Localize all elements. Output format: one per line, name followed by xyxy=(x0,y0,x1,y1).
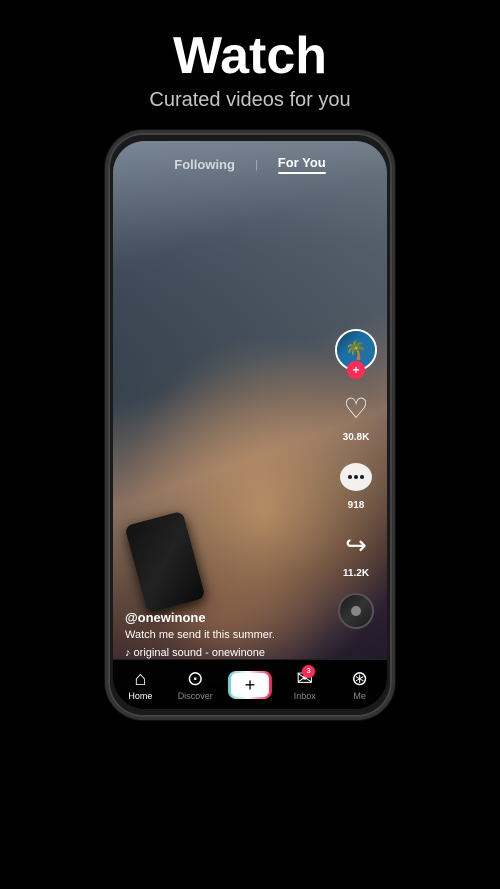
discover-label: Discover xyxy=(178,691,213,701)
disc-center xyxy=(351,606,361,616)
share-icon: ↪ xyxy=(345,532,367,558)
palm-icon: 🌴 xyxy=(345,340,367,361)
active-tab-underline xyxy=(278,172,326,174)
creator-avatar[interactable]: 🌴 + xyxy=(335,329,377,371)
foryou-tab[interactable]: For You xyxy=(278,155,326,174)
likes-count: 30.8K xyxy=(343,432,370,443)
heart-icon-wrap: ♡ xyxy=(336,389,376,429)
comments-count: 918 xyxy=(348,500,365,511)
video-description: Watch me send it this summer. xyxy=(125,628,332,642)
music-row: ♪ original sound - onewinone xyxy=(125,647,332,659)
home-label: Home xyxy=(128,691,152,701)
discover-icon: ⊙ xyxy=(187,669,204,689)
dot2 xyxy=(354,475,358,479)
create-button[interactable]: + xyxy=(228,671,272,699)
inbox-wrapper: ✉ 3 Inbox xyxy=(294,669,316,701)
share-action[interactable]: ↪ 11.2K xyxy=(336,525,376,579)
video-username[interactable]: @onewinone xyxy=(125,610,332,625)
profile-icon: ⊛ xyxy=(351,669,368,689)
heart-icon: ♡ xyxy=(343,395,368,423)
inbox-label: Inbox xyxy=(294,691,316,701)
music-disc-action[interactable] xyxy=(338,593,374,629)
nav-inbox[interactable]: ✉ 3 Inbox xyxy=(277,669,332,701)
right-sidebar: 🌴 + ♡ 30.8K xyxy=(335,329,377,629)
me-label: Me xyxy=(353,691,366,701)
nav-home[interactable]: ⌂ Home xyxy=(113,669,168,701)
inbox-badge: 3 xyxy=(302,665,315,678)
bottom-nav: ⌂ Home ⊙ Discover + xyxy=(113,659,387,709)
nav-divider: | xyxy=(255,159,258,171)
video-info: @onewinone Watch me send it this summer.… xyxy=(125,610,332,659)
follow-button[interactable]: + xyxy=(347,361,365,379)
phone-mockup: Following | For You 🌴 + xyxy=(105,130,395,720)
following-tab[interactable]: Following xyxy=(174,157,235,172)
plus-icon: + xyxy=(231,673,269,697)
comment-action[interactable]: 918 xyxy=(336,457,376,511)
home-icon: ⌂ xyxy=(134,669,146,689)
top-section: Watch Curated videos for you xyxy=(149,0,350,130)
dot1 xyxy=(348,475,352,479)
comment-icon-wrap xyxy=(336,457,376,497)
nav-profile[interactable]: ⊛ Me xyxy=(332,669,387,701)
share-icon-wrap: ↪ xyxy=(336,525,376,565)
like-action[interactable]: ♡ 30.8K xyxy=(336,389,376,443)
page-subtitle: Curated videos for you xyxy=(149,89,350,112)
phone-outer: Following | For You 🌴 + xyxy=(105,130,395,720)
shares-count: 11.2K xyxy=(343,568,369,579)
top-nav: Following | For You xyxy=(113,155,387,174)
dot3 xyxy=(360,475,364,479)
nav-discover[interactable]: ⊙ Discover xyxy=(168,669,223,701)
nav-create[interactable]: + xyxy=(223,671,278,699)
inbox-icon: ✉ 3 xyxy=(296,669,313,689)
phone-screen: Following | For You 🌴 + xyxy=(113,141,387,709)
music-text: ♪ original sound - onewinone xyxy=(125,647,265,659)
music-disc-icon xyxy=(338,593,374,629)
page-title: Watch xyxy=(149,28,350,85)
comment-icon xyxy=(340,463,372,491)
